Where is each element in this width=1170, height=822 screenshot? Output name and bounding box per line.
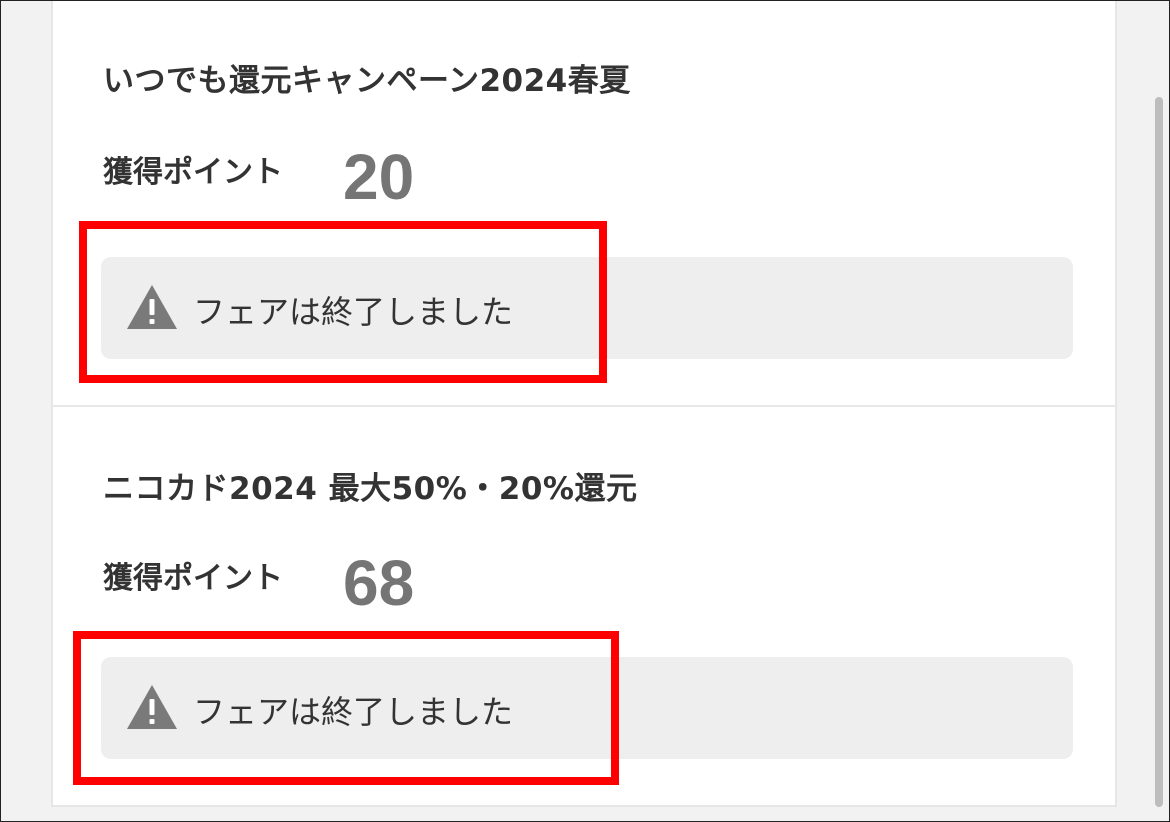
scrollbar-thumb[interactable]: [1155, 97, 1163, 807]
points-label: 獲得ポイント: [103, 155, 283, 190]
notice-text: フェアは終了しました: [193, 293, 514, 331]
fair-ended-notice: フェアは終了しました: [101, 257, 1073, 359]
campaign-title: いつでも還元キャンペーン2024春夏: [103, 63, 631, 99]
screenshot-frame: いつでも還元キャンペーン2024春夏 獲得ポイント 20 フェアは終了しました …: [0, 0, 1170, 822]
campaign-title: ニコカド2024 最大50%・20%還元: [103, 471, 638, 507]
warning-icon: [127, 685, 177, 729]
notice-text: フェアは終了しました: [193, 693, 514, 731]
campaign-list: いつでも還元キャンペーン2024春夏 獲得ポイント 20 フェアは終了しました …: [51, 1, 1117, 807]
warning-icon: [127, 285, 177, 329]
points-value: 20: [343, 141, 415, 213]
fair-ended-notice: フェアは終了しました: [101, 657, 1073, 759]
points-value: 68: [343, 547, 415, 619]
points-label: 獲得ポイント: [103, 561, 283, 596]
campaign-card: ニコカド2024 最大50%・20%還元 獲得ポイント 68 フェアは終了しまし…: [53, 407, 1115, 807]
campaign-card: いつでも還元キャンペーン2024春夏 獲得ポイント 20 フェアは終了しました: [53, 1, 1115, 407]
